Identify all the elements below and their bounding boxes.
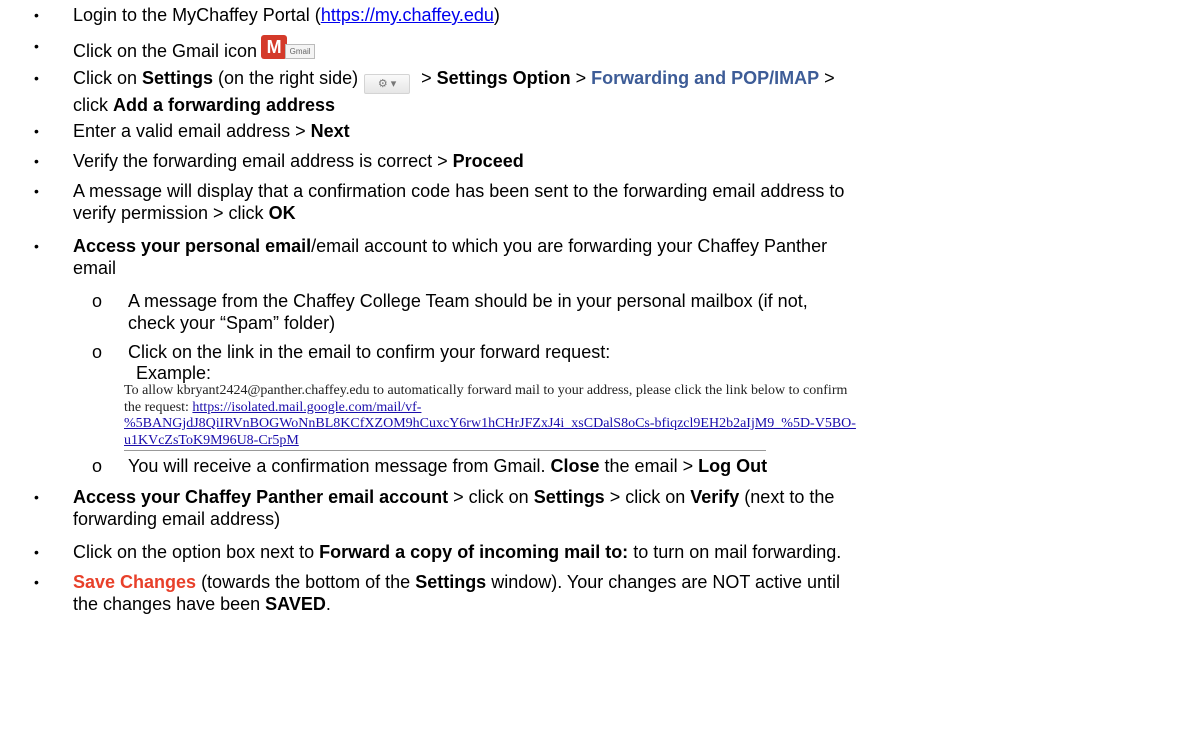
bullet: • bbox=[34, 7, 39, 23]
bullet: • bbox=[34, 183, 39, 199]
divider bbox=[124, 450, 766, 451]
sub-bullet: o bbox=[92, 456, 103, 476]
verify-link[interactable]: https://isolated.mail.google.com/mail/vf… bbox=[192, 400, 421, 415]
bullet: • bbox=[34, 544, 39, 560]
example-email-text: To allow kbryant2424@panther.chaffey.edu… bbox=[124, 383, 856, 448]
verify-link-cont[interactable]: %5BANGjdJ8QiIRVnBOGWoNnBL8KCfXZOM9hCuxcY… bbox=[124, 416, 856, 431]
bullet: • bbox=[34, 489, 39, 505]
sub-bullet: o bbox=[92, 291, 103, 311]
bullet: • bbox=[34, 238, 39, 254]
example-label: Example: bbox=[136, 363, 212, 383]
bullet: • bbox=[34, 153, 39, 169]
bullet: • bbox=[34, 38, 39, 54]
gmail-icon: M Gmail bbox=[261, 35, 317, 61]
bullet: • bbox=[34, 70, 39, 86]
verify-link-end[interactable]: u1KVcZsToK9M96U8-Cr5pM bbox=[124, 433, 299, 448]
gear-icon: ⚙ ▾ bbox=[364, 74, 411, 94]
sub-bullet: o bbox=[92, 342, 103, 362]
bullet: • bbox=[34, 574, 39, 590]
portal-link[interactable]: https://my.chaffey.edu bbox=[321, 5, 494, 25]
bullet: • bbox=[34, 123, 39, 139]
